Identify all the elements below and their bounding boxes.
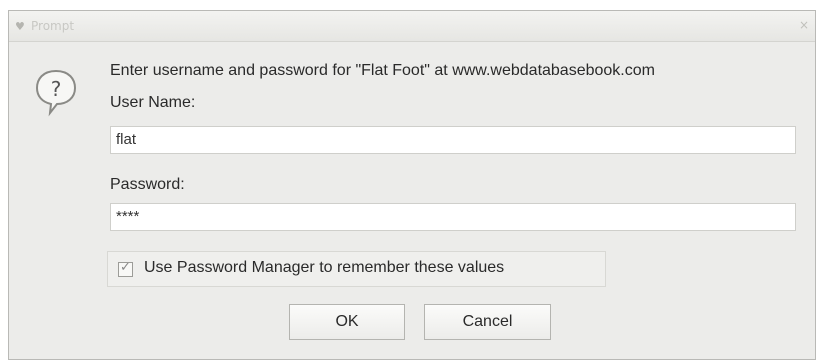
remember-password-label[interactable]: Use Password Manager to remember these v…: [144, 259, 504, 277]
title-bar[interactable]: ♥ Prompt ×: [9, 11, 815, 42]
remember-password-checkbox[interactable]: ✓: [118, 260, 133, 277]
password-input[interactable]: ****: [110, 203, 796, 231]
username-input[interactable]: flat: [110, 126, 796, 154]
checkmark-icon: ✓: [120, 260, 131, 275]
app-logo-icon: ♥: [15, 20, 25, 33]
prompt-message: Enter username and password for "Flat Fo…: [110, 62, 655, 79]
password-label: Password:: [110, 176, 185, 193]
question-mark-bubble-icon: ?: [35, 69, 77, 117]
remember-password-option[interactable]: ✓ Use Password Manager to remember these…: [107, 251, 606, 287]
close-icon[interactable]: ×: [799, 18, 809, 32]
cancel-button[interactable]: Cancel: [424, 304, 551, 340]
username-label: User Name:: [110, 94, 196, 111]
window-title: Prompt: [31, 19, 75, 33]
ok-button[interactable]: OK: [289, 304, 405, 340]
svg-text:?: ?: [51, 77, 62, 101]
